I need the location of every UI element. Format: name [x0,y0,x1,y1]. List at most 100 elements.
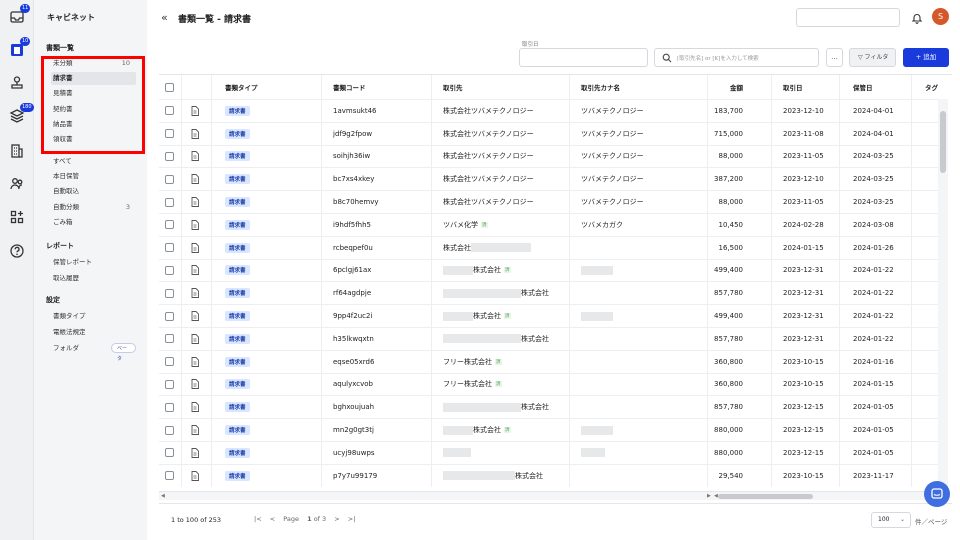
avatar[interactable]: S [932,8,949,25]
table-row[interactable]: 請求書 b8c70hemvy 株式会社ツバメテクノロジー ツバメテクノロジー 88,00… [159,191,940,214]
table-row[interactable]: 請求書 eqse05xrd6 フリー株式会社済 360,800 2023-10-15 20… [159,351,940,374]
documents-table: 書類タイプ 書類コード 取引先 取引先カナ名 金額 取引日 保管日 タグ 請求書 1avmsukt… [159,74,952,487]
row-checkbox[interactable] [165,402,174,412]
scroll-left-icon[interactable]: ◀ [161,493,165,499]
column-header[interactable]: タグ [925,75,945,99]
vertical-scrollbar[interactable] [938,99,948,487]
doc-type-tag: 請求書 [225,197,250,208]
more-button[interactable]: ... [826,48,843,67]
table-row[interactable]: 請求書 rf64agdpje 株式会社 857,780 2023-12-31 2024-0… [159,282,940,306]
cell-sdate: 2023-11-17 [853,471,894,480]
cell-code: 6pclgj61ax [333,266,372,275]
row-checkbox[interactable] [165,151,174,161]
column-header[interactable]: 書類タイプ [225,75,285,99]
sidebar-item-hokan-report[interactable]: 保管レポート [51,256,136,269]
search-placeholder: [取引先名] or [K]を入力して検索 [677,56,759,62]
cabinet-icon[interactable]: 10 [9,37,31,58]
search-input[interactable]: [取引先名] or [K]を入力して検索 [654,48,819,67]
cell-tdate: 2023-12-10 [783,175,824,184]
row-checkbox[interactable] [165,288,174,298]
table-row[interactable]: 請求書 rcbeqpef0u 株式会社 16,500 2024-01-15 2024-01… [159,237,940,260]
row-checkbox[interactable] [165,243,174,253]
table-row[interactable]: 請求書 9pp4f2uc2i 株式会社済 499,400 2023-12-31 2024-… [159,305,940,328]
table-row[interactable]: 請求書 bc7xs4xkey 株式会社ツバメテクノロジー ツバメテクノロジー 387,2… [159,168,940,192]
column-header[interactable]: 取引日 [783,75,843,99]
table-row[interactable]: 請求書 aqulyxcvob フリー株式会社済 360,800 2023-10-15 20… [159,374,940,397]
horizontal-scrollbar[interactable]: ◀ ▶ ◀ [159,491,949,500]
cell-icon [191,396,203,418]
column-header[interactable]: 書類コード [333,75,423,99]
cell-tdate: 2023-12-31 [783,266,824,275]
column-header[interactable]: 金額 [699,75,743,99]
column-header[interactable]: 保管日 [853,75,913,99]
row-checkbox[interactable] [165,425,174,435]
table-row[interactable]: 請求書 h35lkwqxtn 株式会社 857,780 2023-12-31 2024-0… [159,328,940,351]
sidebar-misc-item-4[interactable]: ごみ箱 [51,216,136,229]
collapse-sidebar-icon[interactable]: « [161,11,168,24]
row-checkbox[interactable] [165,129,174,139]
cell-sdate: 2024-03-25 [853,175,894,184]
vertical-scroll-thumb[interactable] [940,111,946,173]
chat-button[interactable] [924,481,950,507]
horizontal-scroll-thumb[interactable] [718,494,813,499]
first-page-icon[interactable]: |< [254,515,262,523]
row-checkbox[interactable] [165,334,174,344]
cell-cb [159,75,179,99]
filter-button[interactable]: ▽ フィルタ [849,48,896,67]
cell-code: i9hdf5fhh5 [333,220,371,229]
row-checkbox[interactable] [165,379,174,389]
cell-amount: 880,000 [714,426,743,435]
sidebar-misc-item-2[interactable]: 自動取込 [51,185,136,198]
sidebar-misc-item-0[interactable]: すべて [51,155,136,168]
table-row[interactable]: 請求書 p7y7u99179 株式会社 29,540 2023-10-15 2023-11… [159,465,940,487]
cell-cb [159,168,179,190]
sidebar-item-folder[interactable]: フォルダ ベータ [51,342,136,362]
row-checkbox[interactable] [165,448,174,458]
apps-icon[interactable] [9,209,25,225]
select-all-checkbox[interactable] [165,82,174,92]
sidebar-item-doc-types[interactable]: 書類タイプ [51,310,136,323]
table-row[interactable]: 請求書 ucyj98uwps 880,000 2023-12-15 2024-01-05 [159,442,940,465]
table-row[interactable]: 請求書 jdf9g2fpow 株式会社ツバメテクノロジー ツバメテクノロジー 715,0… [159,123,940,146]
users-icon[interactable] [9,176,25,192]
column-header[interactable]: 取引先カナ名 [581,75,701,99]
sidebar-misc-item-1[interactable]: 本日保管 [51,170,136,183]
sidebar-misc-item-3[interactable]: 自動分類 3 [51,201,136,214]
last-page-icon[interactable]: >| [348,515,356,523]
table-row[interactable]: 請求書 mn2g0gt3tj 株式会社済 880,000 2023-12-15 2024-… [159,419,940,442]
doc-type-tag: 請求書 [225,356,250,367]
row-checkbox[interactable] [165,197,174,207]
cell-code: h35lkwqxtn [333,334,374,343]
bell-icon[interactable] [911,12,923,24]
row-checkbox[interactable] [165,357,174,367]
global-search-input[interactable] [796,8,900,27]
inbox-badge: 11 [20,4,31,13]
help-icon[interactable] [9,243,25,259]
scroll-right-icon[interactable]: ▶ [707,493,711,499]
row-checkbox[interactable] [165,220,174,230]
column-header[interactable]: 取引先 [443,75,573,99]
sidebar-item-dencho[interactable]: 電帳法規定 [51,326,136,339]
prev-page-icon[interactable]: < [270,515,275,523]
torihikibi-input[interactable] [519,48,648,67]
table-row[interactable]: 請求書 6pclgj61ax 株式会社済 499,400 2023-12-31 2024-… [159,260,940,283]
vendor-name: 株式会社 [473,266,501,275]
row-checkbox[interactable] [165,311,174,321]
cell-cb [159,351,179,373]
row-checkbox[interactable] [165,265,174,275]
row-checkbox[interactable] [165,106,174,116]
add-button[interactable]: + 追加 [903,48,949,67]
building-icon[interactable] [9,143,25,159]
per-page-select[interactable]: 100 ⌄ [871,512,911,528]
next-page-icon[interactable]: > [334,515,339,523]
table-row[interactable]: 請求書 bghxoujuah 株式会社 857,780 2023-12-15 2024-0… [159,396,940,420]
row-checkbox[interactable] [165,471,174,481]
inbox-icon[interactable]: 11 [9,4,31,25]
row-checkbox[interactable] [165,174,174,184]
layers-icon[interactable]: 180 [9,103,34,124]
stamp-icon[interactable] [9,75,25,91]
table-row[interactable]: 請求書 soihjh36iw 株式会社ツバメテクノロジー ツバメテクノロジー 88,00… [159,146,940,169]
table-row[interactable]: 請求書 1avmsukt46 株式会社ツバメテクノロジー ツバメテクノロジー 183,7… [159,100,940,123]
sidebar-item-torikomi-rireki[interactable]: 取込履歴 [51,272,136,285]
table-row[interactable]: 請求書 i9hdf5fhh5 ツバメ化学済ツバメカガク 10,450 2024-02-2… [159,214,940,237]
